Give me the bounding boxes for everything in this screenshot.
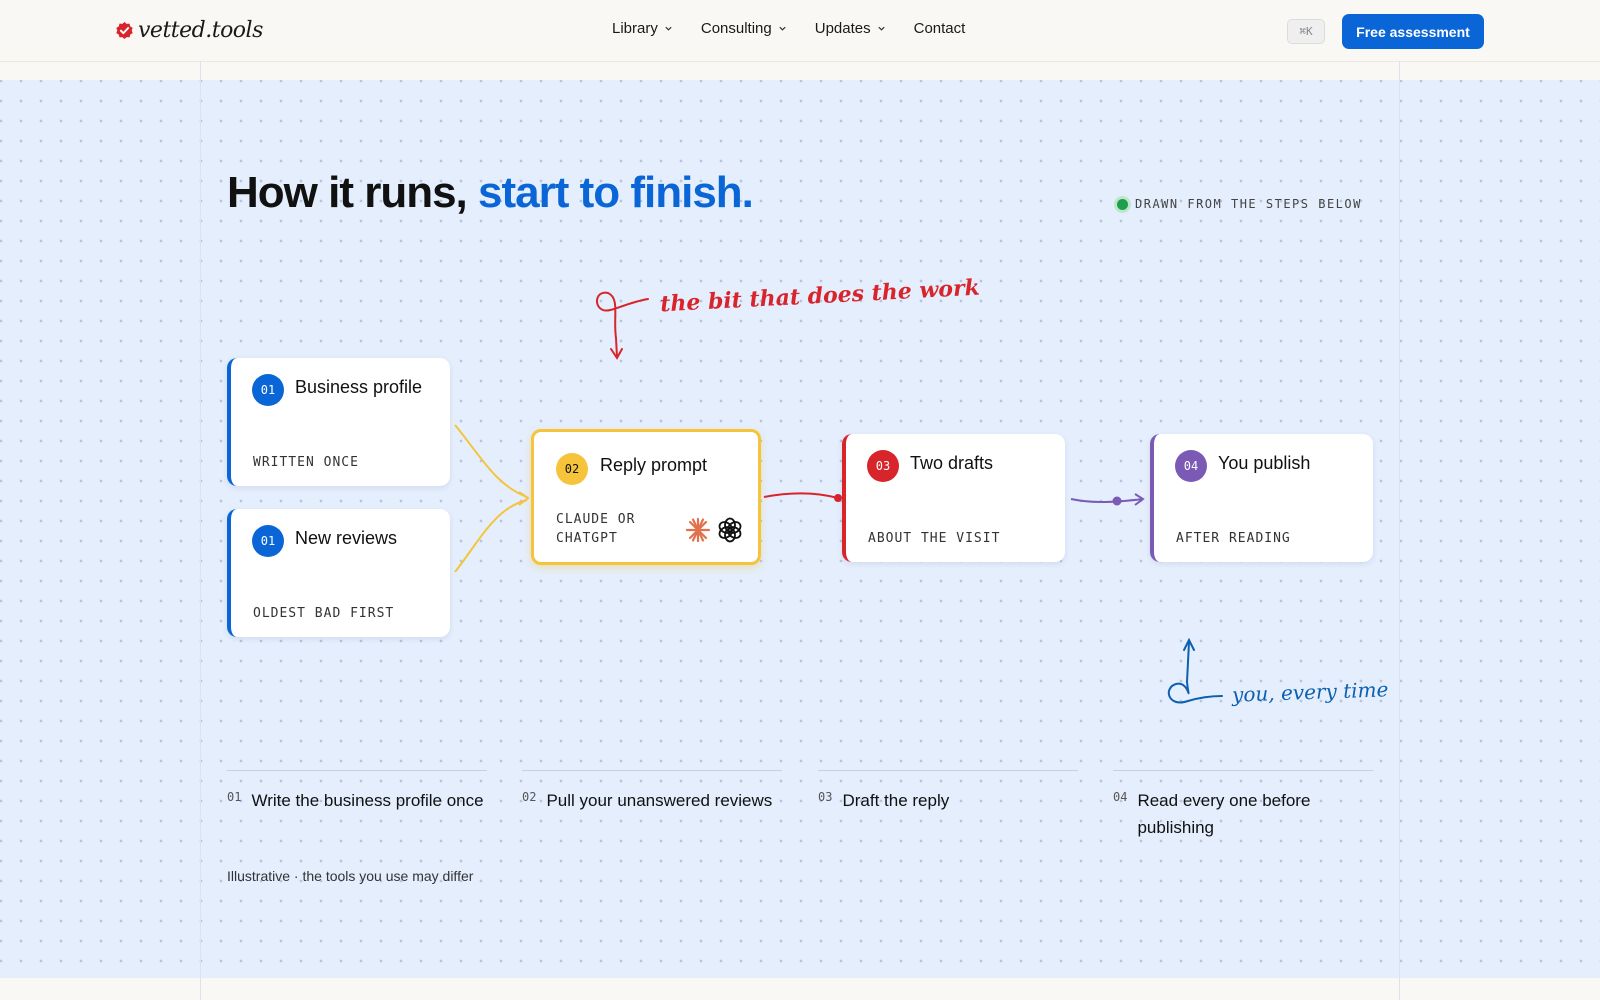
free-assessment-button[interactable]: Free assessment [1342,14,1484,49]
card-title: New reviews [295,528,398,548]
title-accent: start to finish. [478,168,754,217]
verified-badge-icon [116,21,133,40]
card-business-profile[interactable]: 01 Business profile WRITTEN ONCE [227,358,450,486]
step-badge: 03 [867,450,899,482]
status-indicator: DRAWN FROM THE STEPS BELOW [1117,197,1362,211]
step-number: 04 [1113,790,1128,804]
grid-line-right [1399,62,1400,1000]
step-text: Draft the reply [842,791,950,810]
step-number: 03 [818,790,833,804]
openai-icon [718,517,742,543]
nav-consulting-label: Consulting [700,20,772,37]
step-item: 04 Read every one before publishing [1113,770,1373,841]
card-subtitle: ABOUT THE VISIT [868,531,1001,546]
nav-library[interactable]: Library [612,20,673,37]
claude-icon [685,517,711,543]
model-icons [684,516,744,544]
step-text: Read every one before publishing [1137,791,1311,837]
card-new-reviews[interactable]: 01 New reviews OLDEST BAD FIRST [227,509,450,637]
card-subtitle: WRITTEN ONCE [253,455,359,470]
status-label: DRAWN FROM THE STEPS BELOW [1135,197,1362,211]
card-two-drafts[interactable]: 03 Two drafts ABOUT THE VISIT [842,434,1065,562]
logo[interactable]: vetted.tools [115,18,263,43]
step-number: 01 [227,790,242,804]
step-badge: 01 [252,525,284,557]
nav-contact[interactable]: Contact [914,20,966,37]
card-title: Business profile [295,377,423,397]
card-subtitle-line1: CLAUDE OR [556,512,636,527]
step-item: 03 Draft the reply [818,770,1078,814]
nav-consulting[interactable]: Consulting [701,20,787,37]
disclaimer-note: Illustrative · the tools you use may dif… [227,868,474,884]
card-title: You publish [1218,453,1311,473]
step-number: 02 [522,790,537,804]
chevron-down-icon [779,26,786,31]
nav-library-label: Library [612,20,658,37]
card-subtitle: OLDEST BAD FIRST [253,606,395,621]
page-title: How it runs, start to finish. [227,168,754,218]
card-you-publish[interactable]: 04 You publish AFTER READING [1150,434,1373,562]
chevron-down-icon [665,26,672,31]
card-subtitle: AFTER READING [1176,531,1291,546]
nav-updates-label: Updates [814,20,871,37]
step-badge: 04 [1175,450,1207,482]
chevron-down-icon [878,26,885,31]
card-subtitle-line2: CHATGPT [556,531,618,546]
step-item: 02 Pull your unanswered reviews [522,770,782,814]
search-shortcut[interactable]: ⌘K [1287,19,1325,44]
brand-name: vetted.tools [138,18,263,43]
status-dot-icon [1117,198,1128,210]
card-reply-prompt[interactable]: 02 Reply prompt CLAUDE OR CHATGPT [531,429,761,565]
nav-contact-label: Contact [913,20,966,37]
step-badge: 01 [252,374,284,406]
nav-updates[interactable]: Updates [815,20,886,37]
step-text: Pull your unanswered reviews [546,791,773,810]
step-item: 01 Write the business profile once [227,770,487,814]
main-nav: Library Consulting Updates Contact [612,20,965,37]
site-header: vetted.tools Library Consulting Updates … [0,0,1600,62]
card-title: Reply prompt [600,455,708,475]
step-badge: 02 [556,453,588,485]
title-plain: How it runs, [227,168,478,217]
grid-line-left [200,62,201,1000]
card-title: Two drafts [910,453,994,473]
step-text: Write the business profile once [251,791,484,810]
